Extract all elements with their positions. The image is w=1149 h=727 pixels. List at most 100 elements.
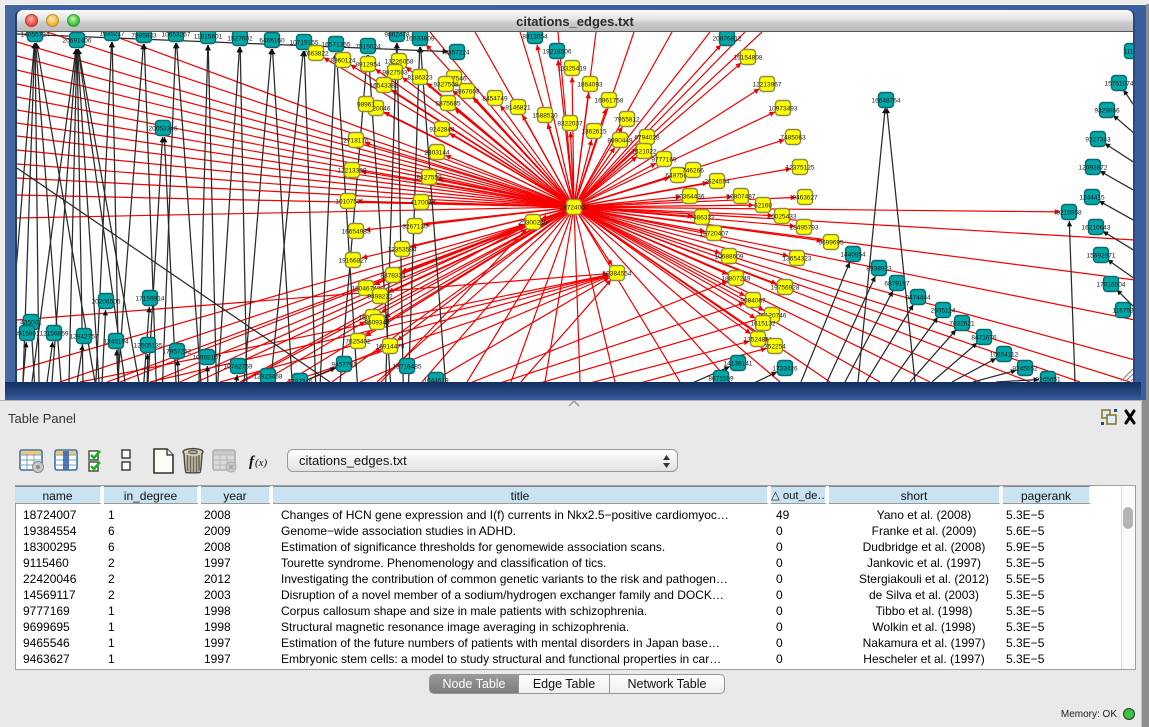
- svg-text:2718176: 2718176: [343, 137, 369, 144]
- svg-text:20691406: 20691406: [63, 37, 92, 44]
- svg-text:7955812: 7955812: [614, 116, 640, 123]
- svg-text:7895833: 7895833: [131, 32, 157, 39]
- svg-text:2803144: 2803144: [424, 149, 450, 156]
- svg-text:9227343: 9227343: [1085, 136, 1111, 143]
- svg-text:2935114: 2935114: [931, 307, 956, 314]
- svg-text:1044619: 1044619: [423, 377, 449, 382]
- svg-text:8454749: 8454749: [482, 95, 508, 102]
- svg-text:1362615: 1362615: [581, 128, 607, 135]
- svg-text:1345194: 1345194: [103, 338, 129, 345]
- svg-text:10973493: 10973493: [769, 105, 798, 112]
- svg-text:18495793: 18495793: [790, 224, 819, 231]
- svg-text:252254: 252254: [764, 343, 786, 350]
- svg-text:13654323: 13654323: [783, 255, 812, 262]
- svg-text:7515524: 7515524: [355, 43, 381, 50]
- svg-text:7663822: 7663822: [303, 50, 329, 57]
- svg-text:9699695: 9699695: [818, 239, 844, 246]
- svg-text:8471676: 8471676: [971, 334, 997, 341]
- svg-text:3215958: 3215958: [1056, 209, 1082, 216]
- svg-text:3267130: 3267130: [402, 223, 428, 230]
- svg-text:18807249: 18807249: [722, 275, 751, 282]
- svg-text:417004: 417004: [410, 199, 432, 206]
- svg-text:9498222: 9498222: [367, 293, 393, 300]
- svg-text:16648764: 16648764: [872, 97, 901, 104]
- svg-text:19756928: 19756928: [771, 284, 800, 291]
- svg-text:9245651: 9245651: [1035, 376, 1061, 382]
- svg-text:6466160: 6466160: [259, 37, 285, 44]
- svg-text:14136141: 14136141: [724, 360, 753, 367]
- svg-text:13716485: 13716485: [393, 363, 422, 370]
- svg-text:6879197: 6879197: [884, 280, 910, 287]
- svg-text:18724007: 18724007: [560, 204, 589, 211]
- svg-text:10025433: 10025433: [768, 213, 797, 220]
- svg-text:9084067: 9084067: [740, 297, 766, 304]
- svg-text:12923468: 12923468: [254, 373, 283, 380]
- svg-text:9327508: 9327508: [433, 81, 459, 88]
- svg-text:20053346: 20053346: [149, 125, 178, 132]
- svg-text:1733426: 1733426: [772, 365, 798, 372]
- svg-text:10958107: 10958107: [193, 354, 222, 361]
- svg-text:20206505: 20206505: [92, 298, 121, 305]
- svg-text:10782759: 10782759: [224, 363, 253, 370]
- svg-text:15720407: 15720407: [700, 230, 729, 237]
- svg-text:2867608: 2867608: [454, 88, 480, 95]
- svg-text:10653267: 10653267: [162, 32, 191, 38]
- svg-text:1527602: 1527602: [227, 35, 253, 42]
- svg-text:20364436: 20364436: [676, 193, 705, 200]
- svg-text:14055724: 14055724: [21, 32, 50, 38]
- svg-text:12353594: 12353594: [388, 246, 417, 253]
- svg-text:9457791: 9457791: [331, 361, 357, 368]
- svg-text:8878334: 8878334: [380, 272, 406, 279]
- svg-text:16961758: 16961758: [595, 97, 624, 104]
- svg-text:19166827: 19166827: [339, 257, 368, 264]
- svg-text:5875685: 5875685: [435, 100, 461, 107]
- svg-text:9827503: 9827503: [382, 69, 408, 76]
- svg-text:1621022: 1621022: [631, 148, 657, 155]
- svg-text:8938923: 8938923: [866, 265, 892, 272]
- svg-text:11815601: 11815601: [194, 33, 223, 40]
- svg-text:16571355: 16571355: [322, 41, 351, 48]
- svg-text:7625402: 7625402: [345, 338, 371, 345]
- svg-text:19384554: 19384554: [603, 270, 632, 277]
- svg-text:8813054: 8813054: [522, 33, 548, 40]
- svg-text:12093872: 12093872: [1079, 164, 1108, 171]
- svg-text:8322037: 8322037: [557, 120, 583, 127]
- svg-text:25300215: 25300215: [519, 219, 548, 226]
- svg-text:15751074: 15751074: [1105, 80, 1133, 87]
- svg-text:1615132: 1615132: [750, 320, 776, 327]
- svg-text:10807487: 10807487: [727, 193, 756, 200]
- svg-text:12505135: 12505135: [134, 342, 163, 349]
- svg-text:8912954: 8912954: [355, 61, 381, 68]
- svg-text:6794028: 6794028: [634, 134, 660, 141]
- svg-text:20876812: 20876812: [713, 35, 742, 42]
- svg-text:9474444: 9474444: [905, 294, 931, 301]
- svg-text:9777169: 9777169: [651, 156, 677, 163]
- svg-text:12213389: 12213389: [338, 167, 367, 174]
- svg-text:1864093: 1864093: [577, 81, 603, 88]
- svg-text:15692971: 15692971: [1087, 252, 1116, 259]
- svg-text:3624554: 3624554: [704, 178, 730, 185]
- svg-text:16654983: 16654983: [342, 228, 371, 235]
- svg-text:8427552: 8427552: [416, 174, 442, 181]
- svg-text:9609348: 9609348: [364, 319, 390, 326]
- svg-text:11123: 11123: [1123, 48, 1133, 55]
- svg-text:7857224: 7857224: [444, 49, 470, 56]
- svg-text:16914479: 16914479: [376, 343, 405, 350]
- svg-text:8960124: 8960124: [330, 57, 356, 64]
- svg-text:9242848: 9242848: [429, 126, 455, 133]
- svg-text:8186323: 8186323: [407, 74, 433, 81]
- svg-text:746266: 746266: [682, 167, 704, 174]
- svg-text:9463627: 9463627: [792, 194, 818, 201]
- svg-text:1292346: 1292346: [287, 378, 313, 382]
- svg-text:1035217: 1035217: [99, 32, 125, 37]
- svg-text:16543382: 16543382: [370, 82, 399, 89]
- svg-text:1244415: 1244415: [1079, 194, 1105, 201]
- svg-text:19218506: 19218506: [543, 48, 572, 55]
- svg-text:7632621: 7632621: [949, 320, 975, 327]
- svg-text:16154808: 16154808: [734, 54, 763, 61]
- svg-text:17957252: 17957252: [163, 348, 192, 355]
- svg-text:8671509: 8671509: [708, 375, 734, 382]
- svg-text:17016504: 17016504: [1097, 281, 1126, 288]
- svg-text:(x): (x): [255, 457, 268, 469]
- svg-text:17159914: 17159914: [136, 295, 165, 302]
